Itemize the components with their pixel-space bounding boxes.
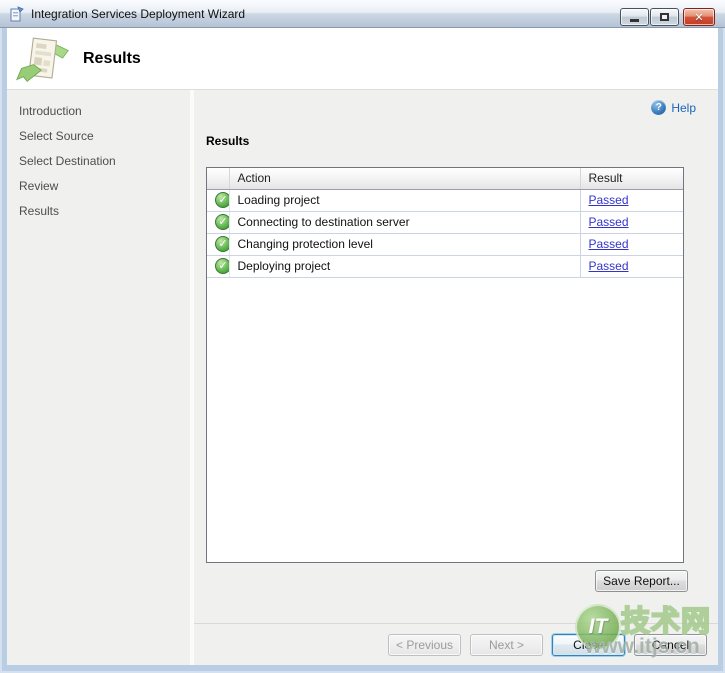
sidebar-item-introduction[interactable]: Introduction — [7, 103, 190, 128]
cancel-button[interactable]: Cancel — [634, 634, 707, 656]
deployment-package-icon — [15, 34, 71, 84]
result-column-header: Result — [580, 168, 683, 189]
wizard-window: Integration Services Deployment Wizard ✕ — [0, 0, 725, 673]
success-check-icon: ✓ — [215, 258, 229, 274]
help-label: Help — [671, 101, 696, 115]
minimize-button[interactable] — [620, 8, 649, 26]
sidebar: Introduction Select Source Select Destin… — [7, 90, 194, 665]
action-cell: Loading project — [229, 189, 580, 211]
results-section-title: Results — [206, 134, 249, 148]
save-report-button[interactable]: Save Report... — [595, 570, 688, 592]
caption-buttons: ✕ — [619, 8, 715, 26]
table-header-row: Action Result — [207, 168, 683, 189]
action-cell: Connecting to destination server — [229, 211, 580, 233]
app-icon — [9, 6, 25, 22]
main-panel: ? Help Results Action Result — [194, 90, 718, 665]
success-check-icon: ✓ — [215, 236, 229, 252]
table-row: ✓ Changing protection level Passed — [207, 233, 683, 255]
passed-link[interactable]: Passed — [589, 259, 629, 273]
next-button[interactable]: Next > — [470, 634, 543, 656]
action-column-header: Action — [229, 168, 580, 189]
close-icon: ✕ — [694, 11, 703, 24]
status-column-header — [207, 168, 229, 189]
minimize-icon — [630, 19, 639, 22]
sidebar-item-select-destination[interactable]: Select Destination — [7, 153, 190, 178]
titlebar: Integration Services Deployment Wizard ✕ — [0, 0, 725, 28]
content-row: Introduction Select Source Select Destin… — [7, 90, 718, 665]
success-check-icon: ✓ — [215, 214, 229, 230]
restore-icon — [660, 13, 669, 21]
window-title: Integration Services Deployment Wizard — [31, 7, 245, 21]
success-check-icon: ✓ — [215, 192, 229, 208]
table-row: ✓ Loading project Passed — [207, 189, 683, 211]
passed-link[interactable]: Passed — [589, 215, 629, 229]
help-icon: ? — [651, 100, 666, 115]
passed-link[interactable]: Passed — [589, 237, 629, 251]
action-cell: Deploying project — [229, 255, 580, 277]
close-window-button[interactable]: ✕ — [683, 8, 715, 26]
window-body: Results Introduction Select Source Selec… — [7, 28, 718, 665]
table-row: ✓ Deploying project Passed — [207, 255, 683, 277]
wizard-header: Results — [7, 28, 718, 90]
sidebar-item-select-source[interactable]: Select Source — [7, 128, 190, 153]
help-link[interactable]: ? Help — [651, 100, 696, 115]
table-row: ✓ Connecting to destination server Passe… — [207, 211, 683, 233]
previous-button[interactable]: < Previous — [388, 634, 461, 656]
sidebar-item-results[interactable]: Results — [7, 203, 190, 228]
results-table: Action Result ✓ Loading project Passed — [206, 167, 684, 563]
passed-link[interactable]: Passed — [589, 193, 629, 207]
restore-button[interactable] — [650, 8, 679, 26]
page-title: Results — [83, 50, 141, 68]
close-button[interactable]: Close — [552, 634, 625, 656]
sidebar-item-review[interactable]: Review — [7, 178, 190, 203]
action-cell: Changing protection level — [229, 233, 580, 255]
footer: < Previous Next > Close Cancel — [194, 623, 718, 665]
